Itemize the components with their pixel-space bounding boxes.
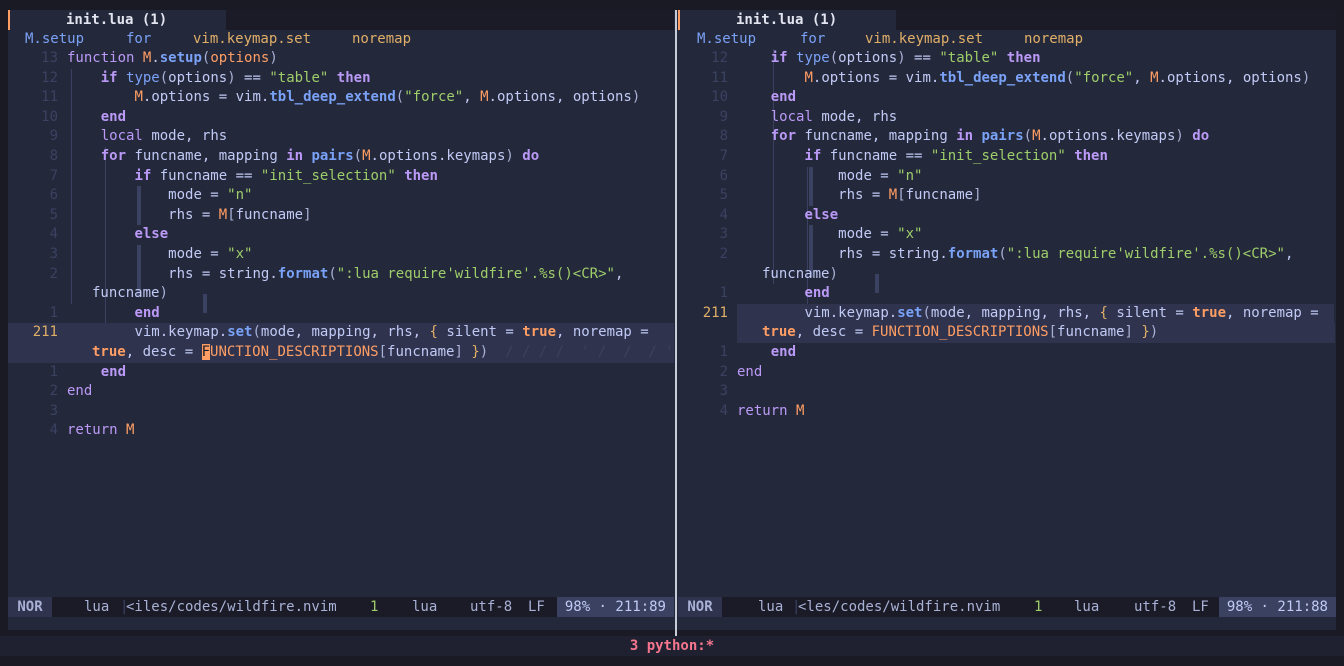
code-line-current-wrapped: true, desc = FUNCTION_DESCRIPTIONS[funcn… [8, 342, 674, 363]
filetype-2: lua [1074, 599, 1100, 615]
tab-title: init.lua (1) [736, 12, 838, 28]
code-line: 9 local mode, rhs [719, 108, 898, 125]
encoding: utf-8 [470, 599, 513, 615]
tab-active[interactable]: init.lua (1) [678, 10, 896, 30]
mode-indicator: NOR [8, 597, 52, 617]
filetype-2: lua [412, 599, 438, 615]
code-line: 3 mode = "x" [719, 226, 923, 243]
code-line: 2 end [719, 363, 763, 380]
winbar-breadcrumb: M.setup for vim.keymap.set noremap [678, 30, 1336, 49]
window-separator[interactable] [675, 10, 677, 637]
breadcrumb-item[interactable]: for [800, 30, 825, 49]
code-buffer[interactable]: 12 if type(options) == "table" then 11 M… [678, 49, 1336, 421]
statusline: NOR lua | <les/codes/wildfire.nvim 1 lua… [678, 597, 1336, 617]
breadcrumb-item[interactable]: noremap [1024, 30, 1083, 49]
code-buffer[interactable]: 13 function M.setup(options) 12 if type(o… [8, 49, 674, 441]
tab-active[interactable]: init.lua (1) [8, 10, 226, 30]
filetype: lua [84, 599, 110, 615]
text-cursor: F [201, 343, 211, 360]
code-line: 6 mode = "n" [49, 187, 253, 204]
code-line: 11 M.options = vim.tbl_deep_extend("forc… [711, 69, 1311, 86]
code-line: 4 else [719, 206, 839, 223]
breadcrumb-item[interactable]: M.setup [697, 30, 756, 49]
terminal-screen: init.lua (1) M.setup for vim.keymap.set … [8, 10, 1336, 637]
line-ending: LF [1192, 599, 1209, 615]
file-path: <les/codes/wildfire.nvim [798, 599, 1001, 615]
code-line: 11 M.options = vim.tbl_deep_extend("forc… [41, 89, 641, 106]
code-line: 1 end [49, 363, 127, 380]
code-line: 9 local mode, rhs [49, 128, 228, 145]
line-ending: LF [528, 599, 545, 615]
cursor-position: 98% · 211:89 [556, 597, 674, 617]
code-line: 8 for funcname, mapping in pairs(M.optio… [49, 147, 540, 164]
code-line: 5 rhs = M[funcname] [719, 187, 982, 204]
code-line: 2 rhs = string.format(":lua require'wild… [719, 245, 1294, 262]
tmux-window-tab[interactable]: 3 python:* [630, 638, 714, 654]
winbar-breadcrumb: M.setup for vim.keymap.set noremap [8, 30, 674, 49]
code-line: 4 return M [49, 422, 135, 439]
code-line: 8 for funcname, mapping in pairs(M.optio… [719, 128, 1210, 145]
code-line: 10 end [711, 89, 797, 106]
breadcrumb-item[interactable]: vim.keymap.set [193, 30, 311, 49]
breadcrumb-item[interactable]: M.setup [25, 30, 84, 49]
code-line: 1 end [719, 343, 797, 360]
editor-pane-left[interactable]: init.lua (1) M.setup for vim.keymap.set … [8, 10, 674, 630]
breadcrumb-item[interactable]: for [126, 30, 151, 49]
mode-indicator: NOR [678, 597, 722, 617]
breadcrumb-item[interactable]: vim.keymap.set [865, 30, 983, 49]
count: 1 [370, 599, 379, 615]
tmux-status-bar: 3 python:* [0, 636, 1344, 656]
filetype: lua [758, 599, 784, 615]
code-line: 2 rhs = string.format(":lua require'wild… [49, 265, 624, 282]
code-line: 3 mode = "x" [49, 245, 253, 262]
code-line-wrapped: funcname) [92, 285, 168, 302]
tab-title: init.lua (1) [66, 12, 168, 28]
code-line: 3 [49, 402, 58, 419]
breadcrumb-item[interactable]: noremap [352, 30, 411, 49]
code-line: 10 end [41, 108, 127, 125]
code-line: 4 return M [719, 402, 805, 419]
code-line: 1 end [49, 304, 160, 321]
tab-indicator [8, 10, 10, 30]
code-line: 13 function M.setup(options) [41, 50, 278, 66]
cursor-position: 98% · 211:88 [1218, 597, 1336, 617]
encoding: utf-8 [1134, 599, 1177, 615]
count: 1 [1034, 599, 1043, 615]
code-line-wrapped: funcname) [762, 265, 838, 282]
code-line: 1 end [719, 285, 830, 302]
code-line: 12 if type(options) == "table" then [41, 69, 371, 86]
code-line: 7 if funcname == "init_selection" then [49, 167, 438, 184]
code-line: 12 if type(options) == "table" then [711, 50, 1041, 66]
tabline: init.lua (1) [678, 10, 1336, 30]
code-line: 211 vim.keymap.set(mode, mapping, rhs, {… [678, 303, 1336, 324]
code-line: 7 if funcname == "init_selection" then [719, 147, 1108, 164]
code-line: 4 else [49, 226, 169, 243]
file-path: <iles/codes/wildfire.nvim [126, 599, 337, 615]
code-line: 6 mode = "n" [719, 167, 923, 184]
tabline: init.lua (1) [8, 10, 674, 30]
code-line: 2 end [49, 383, 93, 400]
editor-pane-right[interactable]: init.lua (1) M.setup for vim.keymap.set … [678, 10, 1336, 630]
code-line: 3 [719, 383, 728, 400]
code-line-current: 211 vim.keymap.set(mode, mapping, rhs, {… [8, 323, 674, 343]
statusline: NOR lua | <iles/codes/wildfire.nvim 1 lu… [8, 597, 674, 617]
tab-indicator [678, 10, 680, 30]
code-line: 5 rhs = M[funcname] [49, 206, 312, 223]
code-line-wrapped: true, desc = FUNCTION_DESCRIPTIONS[funcn… [678, 323, 1336, 343]
